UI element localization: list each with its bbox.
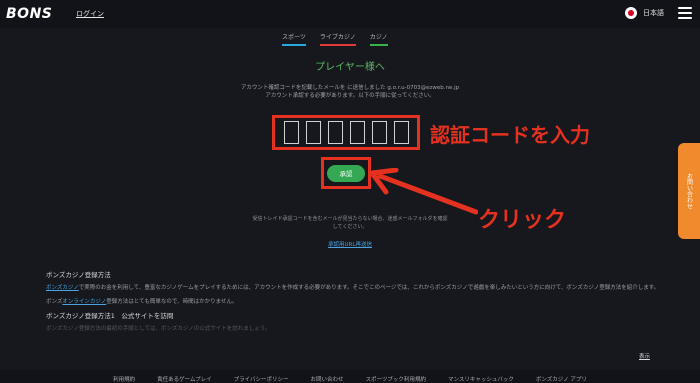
submit-highlight: 承認 <box>321 157 371 189</box>
seo-paragraph-2: ボンズオンラインカジノ登録方法はとても簡単なので、時間はかかりません。 <box>46 299 238 305</box>
code-digit-field[interactable] <box>327 121 343 144</box>
online-casino-link[interactable]: オンラインカジノ <box>62 299 106 305</box>
click-annotation: クリック <box>478 208 567 233</box>
login-link[interactable]: ログイン <box>76 9 104 19</box>
footer-link[interactable]: ボンズカジノ アプリ <box>536 375 587 383</box>
japan-flag-icon <box>625 7 637 19</box>
verification-code-input-group <box>272 115 420 150</box>
code-digit-field[interactable] <box>371 121 387 144</box>
verification-instructions: アカウント確認コードを記載したメールを に送信しました g.o.r.u-0703… <box>200 84 500 100</box>
tab-live-casino[interactable]: ライブカジノ <box>319 32 356 46</box>
footer-link[interactable]: お問い合わせ <box>311 375 344 383</box>
arrow-icon <box>369 168 478 215</box>
tab-sports[interactable]: スポーツ <box>282 32 306 46</box>
contact-tab-label: お問い合わせ <box>685 173 693 209</box>
instruction-line-2: アカウント承認する必要があります。以下の手順に従ってください。 <box>265 93 435 99</box>
language-selector[interactable]: 日本語 <box>625 7 664 19</box>
bons-casino-link[interactable]: ボンズカジノ <box>46 285 79 291</box>
code-digit-field[interactable] <box>305 121 321 144</box>
footer-links: 利用規約 責任あるゲームプレイ プライバシーポリシー お問い合わせ スポーツブッ… <box>0 370 700 383</box>
page-title: プレイヤー様へ <box>315 62 385 73</box>
bons-logo[interactable]: BONS <box>6 6 52 22</box>
language-label: 日本語 <box>643 9 664 17</box>
footer-link[interactable]: マンスリキャッシュバック <box>448 375 514 383</box>
code-input-annotation: 認証コードを入力 <box>430 123 590 147</box>
code-digit-field[interactable] <box>349 121 365 144</box>
seo-article: ボンズカジノ登録方法 ボンズカジノで実際のお金を利用して、豊富なカジノゲームをプ… <box>46 271 666 339</box>
instruction-line-1: アカウント確認コードを記載したメールを に送信しました g.o.r.u-0703… <box>240 85 460 91</box>
hamburger-menu-icon[interactable] <box>678 7 692 19</box>
show-more-link[interactable]: 表示 <box>639 352 650 360</box>
tab-casino[interactable]: カジノ <box>369 32 388 46</box>
top-bar: BONS ログイン 日本語 <box>0 0 700 28</box>
seo-heading-2: ボンズカジノ登録方法1 公式サイトを訪問 <box>46 312 174 320</box>
footer-link[interactable]: 利用規約 <box>113 375 135 383</box>
footer-link[interactable]: プライバシーポリシー <box>234 375 289 383</box>
footer-link[interactable]: 責任あるゲームプレイ <box>157 375 212 383</box>
code-digit-field[interactable] <box>283 121 299 144</box>
contact-side-tab[interactable]: お問い合わせ <box>678 143 700 239</box>
resend-link[interactable]: 承認用URL再送信 <box>0 240 700 248</box>
seo-paragraph-1: ボンズカジノで実際のお金を利用して、豊富なカジノゲームをプレイするためには、アカ… <box>46 285 660 291</box>
category-tabs: スポーツ ライブカジノ カジノ <box>282 32 388 46</box>
spam-folder-note: 受信トレイド承認コードを含むメールが見当たらない場合、迷惑メールフォルダを確認し… <box>252 216 448 230</box>
footer-link[interactable]: スポーツブック利用規約 <box>366 375 426 383</box>
approve-button[interactable]: 承認 <box>327 164 365 182</box>
code-digit-field[interactable] <box>393 121 409 144</box>
seo-heading-1: ボンズカジノ登録方法 <box>46 271 111 279</box>
seo-paragraph-3: ボンズカジノ登録方法の最初の手順としては、ボンズカジノの公式サイトを訪れましょう… <box>46 326 271 332</box>
